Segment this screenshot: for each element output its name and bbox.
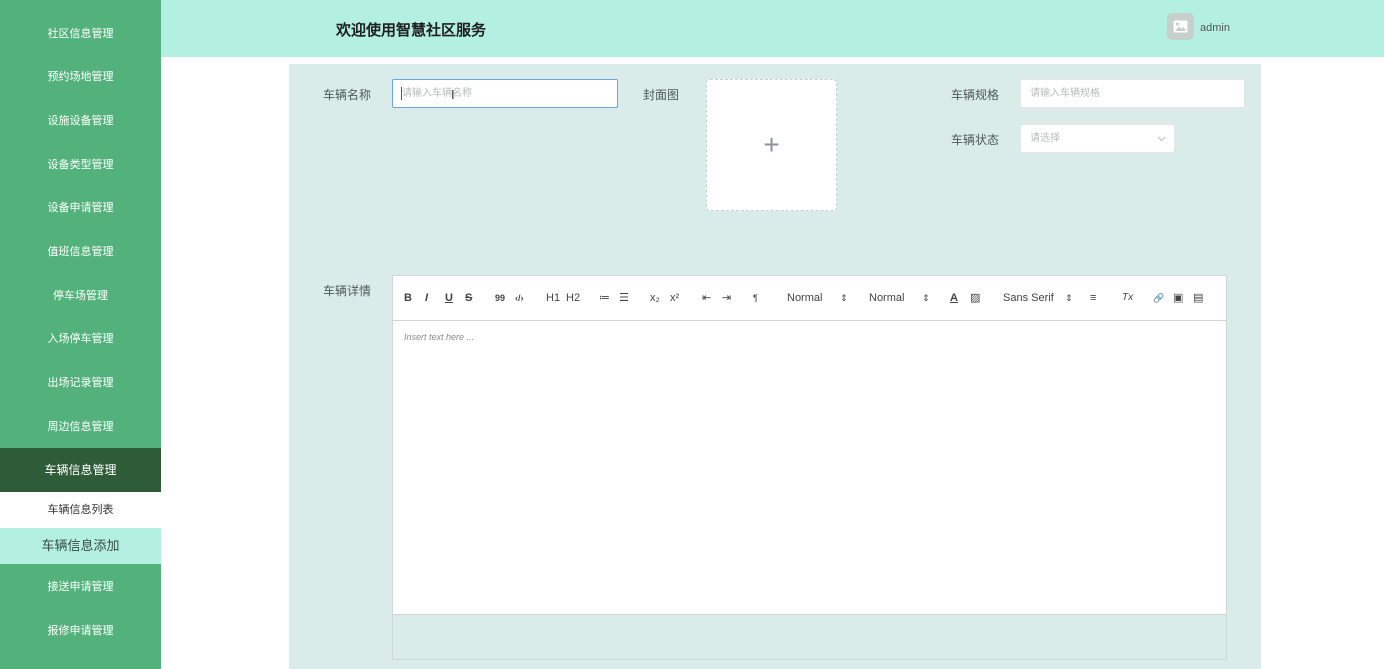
image-icon (1173, 20, 1188, 33)
sidebar-item-venue-booking[interactable]: 预约场地管理 (0, 70, 161, 84)
sidebar-subitem-vehicle-add[interactable]: 车辆信息添加 (0, 528, 161, 564)
sidebar-item-duty-info[interactable]: 值班信息管理 (0, 245, 161, 259)
header-2-icon[interactable]: H2 (566, 292, 580, 304)
vehicle-detail-label: 车辆详情 (323, 284, 372, 298)
sidebar-item-exit-record[interactable]: 出场记录管理 (0, 376, 161, 390)
background-color-icon[interactable]: ▨ (970, 292, 980, 304)
vehicle-spec-input[interactable]: 请输入车辆规格 (1020, 79, 1245, 108)
vehicle-spec-placeholder: 请输入车辆规格 (1030, 88, 1100, 99)
superscript-icon[interactable]: x² (670, 292, 679, 304)
vehicle-name-label: 车辆名称 (323, 88, 372, 102)
editor-toolbar: B I U S 99 ‹/› H1 H2 ≔ ☰ x₂ x² ⇤ ⇥ ¶ Nor… (393, 276, 1226, 321)
italic-icon[interactable]: I (425, 292, 428, 304)
editor-placeholder: Insert text here ... (404, 332, 475, 342)
username[interactable]: admin (1200, 22, 1230, 34)
link-icon[interactable]: 🔗 (1153, 292, 1164, 304)
sidebar-item-equipment-application[interactable]: 设备申请管理 (0, 201, 161, 215)
sidebar-item-pickup-application[interactable]: 接送申请管理 (0, 580, 161, 594)
vehicle-name-placeholder: 请输入车辆名称 (402, 88, 472, 99)
rich-text-editor: B I U S 99 ‹/› H1 H2 ≔ ☰ x₂ x² ⇤ ⇥ ¶ Nor… (392, 275, 1227, 660)
indent-icon[interactable]: ⇥ (722, 292, 731, 304)
underline-icon[interactable]: U (445, 292, 453, 304)
cover-image-uploader[interactable]: + (706, 79, 837, 211)
sidebar-item-facility-equipment[interactable]: 设施设备管理 (0, 114, 161, 128)
size-select[interactable]: Normal (869, 292, 904, 304)
vehicle-status-placeholder: 请选择 (1030, 133, 1060, 144)
blockquote-icon[interactable]: 99 (495, 292, 505, 304)
bold-icon[interactable]: B (404, 292, 412, 304)
sidebar-subitem-vehicle-list[interactable]: 车辆信息列表 (0, 492, 161, 528)
font-select[interactable]: Sans Serif (1003, 292, 1054, 304)
bullet-list-icon[interactable]: ☰ (619, 292, 629, 304)
code-block-icon[interactable]: ‹/› (515, 292, 524, 304)
vehicle-name-input[interactable]: 请输入车辆名称 I (392, 79, 618, 108)
plus-icon: + (763, 129, 780, 160)
font-color-icon[interactable]: A (950, 292, 958, 304)
sidebar-item-entry-parking[interactable]: 入场停车管理 (0, 332, 161, 346)
video-icon[interactable]: ▤ (1193, 292, 1203, 304)
vehicle-status-select[interactable]: 请选择 (1020, 124, 1175, 153)
text-direction-icon[interactable]: ¶ (753, 292, 758, 304)
clear-format-icon[interactable]: Tx (1122, 292, 1133, 304)
align-icon[interactable]: ≡ (1090, 292, 1096, 304)
outdent-icon[interactable]: ⇤ (702, 292, 711, 304)
image-icon[interactable]: ▣ (1173, 292, 1183, 304)
sidebar-item-equipment-type[interactable]: 设备类型管理 (0, 158, 161, 172)
editor-content-area[interactable]: Insert text here ... (393, 322, 1226, 614)
header-select-arrow-icon: ⇕ (840, 293, 848, 303)
cover-image-label: 封面图 (643, 88, 680, 102)
ibeam-cursor-icon: I (451, 87, 455, 102)
subscript-icon[interactable]: x₂ (650, 292, 660, 304)
sidebar-item-community-info[interactable]: 社区信息管理 (0, 27, 161, 41)
text-caret (401, 87, 402, 100)
header-select[interactable]: Normal (787, 292, 822, 304)
strike-icon[interactable]: S (465, 292, 472, 304)
header-1-icon[interactable]: H1 (546, 292, 560, 304)
ordered-list-icon[interactable]: ≔ (599, 292, 610, 304)
sidebar-item-repair-application[interactable]: 报修申请管理 (0, 624, 161, 638)
font-select-arrow-icon: ⇕ (1065, 293, 1073, 303)
chevron-down-icon (1157, 136, 1166, 142)
sidebar-item-surrounding-info[interactable]: 周边信息管理 (0, 420, 161, 434)
editor-footer (393, 614, 1226, 659)
top-header: 欢迎使用智慧社区服务 admin (161, 0, 1384, 57)
sidebar: 社区信息管理 预约场地管理 设施设备管理 设备类型管理 设备申请管理 值班信息管… (0, 0, 161, 669)
sidebar-item-vehicle-info[interactable]: 车辆信息管理 (0, 448, 161, 492)
size-select-arrow-icon: ⇕ (922, 293, 930, 303)
vehicle-spec-label: 车辆规格 (951, 88, 1000, 102)
page-title: 欢迎使用智慧社区服务 (336, 22, 487, 39)
vehicle-status-label: 车辆状态 (951, 133, 1000, 147)
avatar[interactable] (1167, 13, 1194, 40)
sidebar-item-parking-lot[interactable]: 停车场管理 (0, 289, 161, 303)
